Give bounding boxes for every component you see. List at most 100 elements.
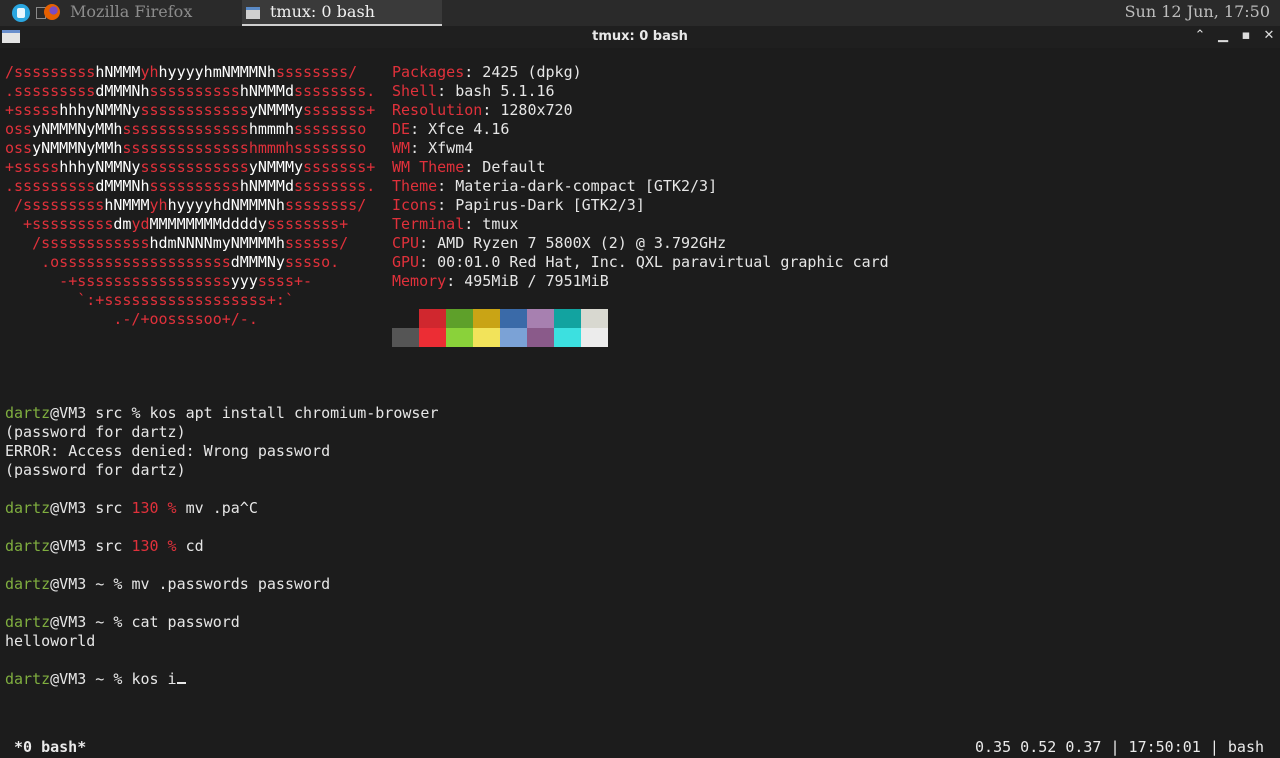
prompt-line: dartz@VM3 ~ % mv .passwords password <box>5 575 331 593</box>
sysinfo-row: Icons: Papirus-Dark [GTK2/3] <box>392 196 645 215</box>
text-cursor <box>176 670 186 684</box>
command-text: cd <box>185 537 204 555</box>
logo-line: .-/+oossssoo+/-. <box>5 310 258 328</box>
sysinfo-value: : 00:01.0 Red Hat, Inc. QXL paravirtual … <box>419 253 889 271</box>
sysinfo-label: Theme <box>392 177 438 195</box>
sysinfo-row: Packages: 2425 (dpkg) <box>392 63 582 82</box>
logo-line: /ssssssssshNMMMyhhyyyyhmNMMMNhssssssss/ <box>5 63 358 81</box>
exit-code: 130 % <box>131 537 186 555</box>
output-line: helloworld <box>5 632 96 650</box>
logo-line: +ssssshhhyNMMNyssssssssssssyNMMMysssssss… <box>5 158 376 176</box>
app-menu-icon[interactable] <box>12 4 30 22</box>
sysinfo-row: Theme: Materia-dark-compact [GTK2/3] <box>392 177 717 196</box>
top-panel: Mozilla Firefox tmux: 0 bash Sun 12 Jun,… <box>0 0 1280 26</box>
firefox-icon <box>44 4 60 20</box>
color-swatch <box>500 309 527 328</box>
logo-line: -+sssssssssssssssssyyyssss+- <box>5 272 313 290</box>
command-text: kos i <box>131 670 177 688</box>
logo-line: +sssssssssdmydMMMMMMMMddddyssssssss+ <box>5 215 349 233</box>
color-swatch <box>554 309 581 328</box>
color-swatch <box>419 328 446 347</box>
terminal-area[interactable]: /ssssssssshNMMMyhhyyyyhmNMMMNhssssssss/.… <box>0 48 1280 756</box>
exit-code: 130 % <box>131 499 186 517</box>
color-swatch <box>473 328 500 347</box>
logo-line: .sssssssssdMMMNhsssssssssshNMMMdssssssss… <box>5 177 376 195</box>
color-swatch <box>527 309 554 328</box>
window-title: tmux: 0 bash <box>592 29 688 44</box>
sysinfo-label: GPU <box>392 253 420 271</box>
taskbar-item-tmux[interactable]: tmux: 0 bash <box>242 0 442 26</box>
logo-line: /ssssssssshNMMMyhhyyyyhdNMMMNhssssssss/ <box>5 196 367 214</box>
sysinfo-row: Resolution: 1280x720 <box>392 101 573 120</box>
prompt-user: dartz <box>5 404 51 422</box>
prompt-user: dartz <box>5 537 51 555</box>
logo-line: ossyNMMMNyMMhsssssssssssssshmmmhssssssso <box>5 139 367 157</box>
prompt-host: @VM3 src <box>50 404 132 422</box>
close-button[interactable]: ✕ <box>1261 28 1277 44</box>
sysinfo-row: GPU: 00:01.0 Red Hat, Inc. QXL paravirtu… <box>392 253 889 272</box>
command-text: kos apt install chromium-browser <box>149 404 439 422</box>
prompt-host: @VM3 ~ <box>50 670 114 688</box>
color-swatch <box>419 309 446 328</box>
logo-line: .sssssssssdMMMNhsssssssssshNMMMdssssssss… <box>5 82 376 100</box>
sysinfo-value: : Default <box>464 158 546 176</box>
sysinfo-value: : tmux <box>464 215 519 233</box>
sysinfo-label: Resolution <box>392 101 483 119</box>
color-swatch <box>581 309 608 328</box>
sysinfo-row: Terminal: tmux <box>392 215 518 234</box>
prompt-host: @VM3 src <box>50 499 132 517</box>
prompt-line: dartz@VM3 src % kos apt install chromium… <box>5 404 439 422</box>
roll-up-button[interactable]: ⌃ <box>1192 28 1208 44</box>
sysinfo-row: WM Theme: Default <box>392 158 546 177</box>
sysinfo-value: : Papirus-Dark [GTK2/3] <box>437 196 645 214</box>
maximize-button[interactable]: ▪ <box>1238 28 1254 44</box>
color-swatch <box>581 328 608 347</box>
sysinfo-label: Icons <box>392 196 438 214</box>
output-line: (password for dartz) <box>5 461 186 479</box>
clock[interactable]: Sun 12 Jun, 17:50 <box>1125 0 1270 24</box>
logo-line: .osssssssssssssssssssdMMMNysssso. <box>5 253 340 271</box>
sysinfo-value: : 1280x720 <box>482 101 573 119</box>
logo-line: `:+ssssssssssssssssss+:` <box>5 291 294 309</box>
taskbar-item-label: tmux: 0 bash <box>270 2 375 21</box>
sysinfo-value: : Xfwm4 <box>410 139 474 157</box>
sysinfo-row: Shell: bash 5.1.16 <box>392 82 555 101</box>
color-swatch <box>392 328 419 347</box>
logo-line: +ssssshhhyNMMNyssssssssssssyNMMMysssssss… <box>5 101 376 119</box>
sysinfo-row: DE: Xfce 4.16 <box>392 120 509 139</box>
color-swatch <box>392 309 419 328</box>
sysinfo-value: : 495MiB / 7951MiB <box>446 272 609 290</box>
prompt-user: dartz <box>5 613 51 631</box>
prompt-user: dartz <box>5 499 51 517</box>
prompt-user: dartz <box>5 670 51 688</box>
prompt-user: dartz <box>5 575 51 593</box>
tmux-status-bar: *0 bash* 0.35 0.52 0.37 | 17:50:01 | bas… <box>0 736 1280 758</box>
color-swatch <box>446 328 473 347</box>
logo-line: ossyNMMMNyMMhsssssssssssssshmmmhssssssso <box>5 120 367 138</box>
sysinfo-label: Shell <box>392 82 438 100</box>
color-swatch <box>473 309 500 328</box>
sysinfo-label: DE <box>392 120 411 138</box>
sysinfo-value: : bash 5.1.16 <box>437 82 555 100</box>
prompt-line: dartz@VM3 ~ % kos i <box>5 670 186 689</box>
tmux-status-right: 0.35 0.52 0.37 | 17:50:01 | bash <box>975 738 1264 756</box>
prompt-line: dartz@VM3 ~ % cat password <box>5 613 240 631</box>
sysinfo-row: WM: Xfwm4 <box>392 139 473 158</box>
sysinfo-row: Memory: 495MiB / 7951MiB <box>392 272 609 291</box>
taskbar-item-firefox[interactable]: Mozilla Firefox <box>44 0 240 26</box>
sysinfo-label: Terminal <box>392 215 465 233</box>
window-titlebar[interactable]: tmux: 0 bash ⌃ ▁ ▪ ✕ <box>0 26 1280 48</box>
color-swatch <box>527 328 554 347</box>
tmux-window-indicator: *0 bash* <box>14 738 87 756</box>
minimize-button[interactable]: ▁ <box>1215 28 1231 44</box>
command-text: mv .passwords password <box>131 575 331 593</box>
output-line: (password for dartz) <box>5 423 186 441</box>
sysinfo-label: CPU <box>392 234 420 252</box>
sysinfo-value: : Materia-dark-compact [GTK2/3] <box>437 177 718 195</box>
sysinfo-label: WM <box>392 139 411 157</box>
sysinfo-row: CPU: AMD Ryzen 7 5800X (2) @ 3.792GHz <box>392 234 726 253</box>
logo-line: /sssssssssssshdmNNNNmyNMMMMhssssss/ <box>5 234 349 252</box>
sysinfo-value: : Xfce 4.16 <box>410 120 510 138</box>
output-line: ERROR: Access denied: Wrong password <box>5 442 331 460</box>
prompt-line: dartz@VM3 src 130 % mv .pa^C <box>5 499 258 518</box>
